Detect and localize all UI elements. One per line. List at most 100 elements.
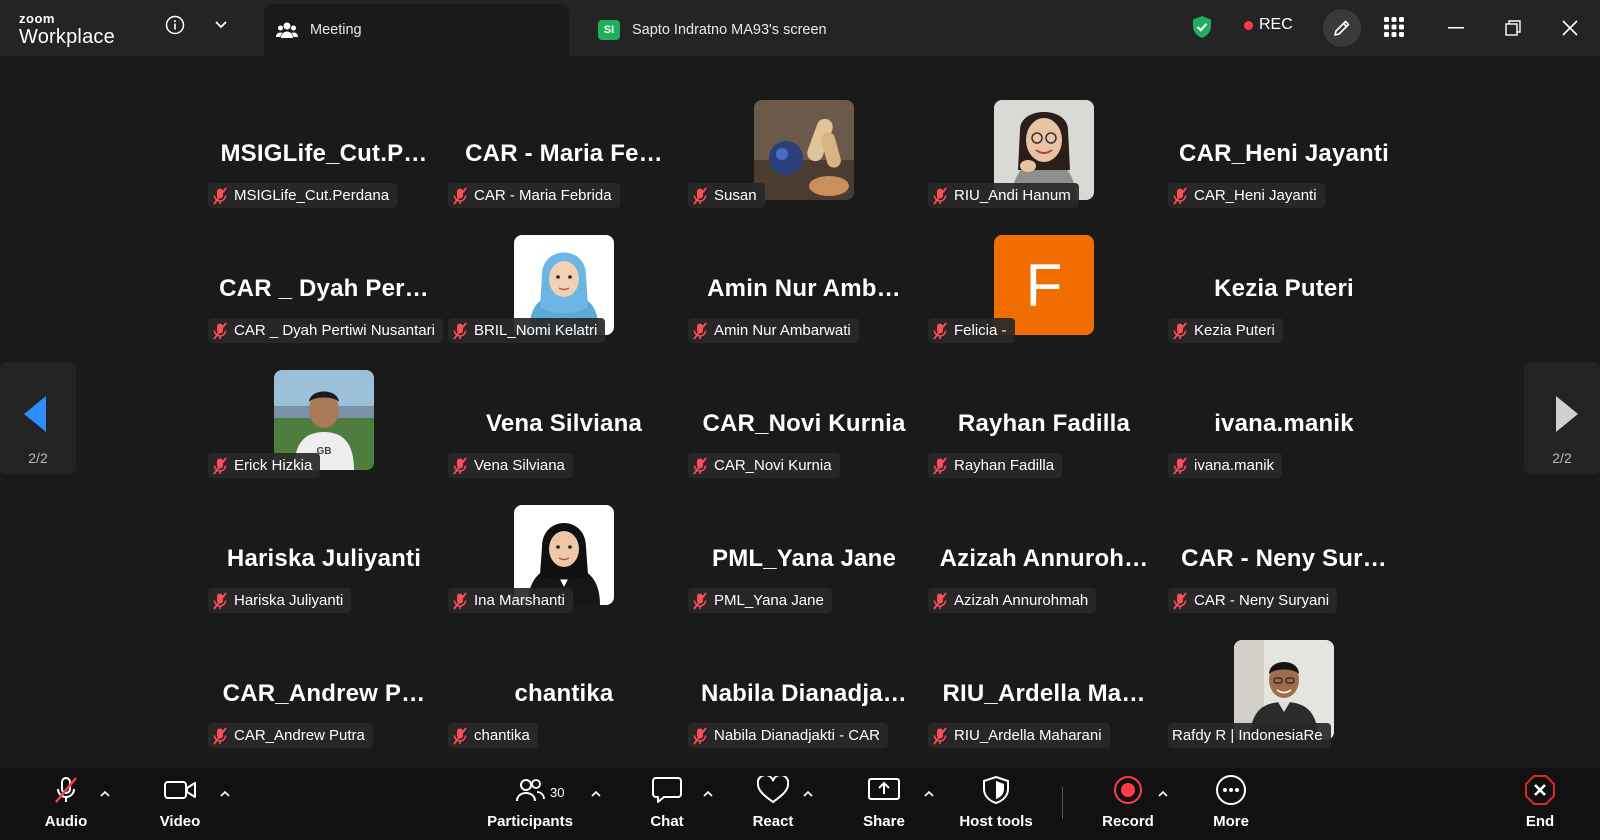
tab-shared-screen[interactable]: SI Sapto Indratno MA93's screen [598,4,898,56]
participant-name-label: ivana.manik [1194,457,1275,474]
mic-muted-icon [932,186,948,205]
participant-name-tag: Erick Hizkia [208,453,321,478]
brand-large: Workplace [19,26,115,48]
mic-muted-icon [1172,456,1188,475]
close-icon[interactable] [1558,16,1582,40]
participant-name-label: Erick Hizkia [234,457,313,474]
recording-indicator: REC [1244,16,1293,34]
participant-tile[interactable]: Nabila Dianadja… Nabila Dianadjakti - CAR [684,634,924,769]
mic-muted-icon [692,456,708,475]
participant-name-label: Nabila Dianadjakti - CAR [714,727,880,744]
chevron-down-icon[interactable] [210,14,232,36]
participant-display-name: chantika [514,680,614,707]
participant-name-tag: PML_Yana Jane [688,588,832,613]
participant-tile[interactable]: F Felicia - [924,229,1164,364]
host-tools-button[interactable]: Host tools [954,768,1038,840]
participant-name-label: Rafdy R | IndonesiaRe [1172,727,1323,744]
mic-muted-icon [212,186,228,205]
apps-grid-icon[interactable] [1381,14,1407,40]
participant-tile[interactable]: Rayhan Fadilla Rayhan Fadilla [924,364,1164,499]
audio-label: Audio [44,813,88,830]
react-button[interactable]: React [745,768,801,840]
participant-display-name: Nabila Dianadja… [701,680,907,707]
participant-display-name: Vena Silviana [485,410,643,437]
participant-tile[interactable]: MSIGLife_Cut.P… MSIGLife_Cut.Perdana [204,94,444,229]
participants-count: 30 [550,785,565,800]
chat-button[interactable]: Chat [639,768,695,840]
more-button[interactable]: More [1203,768,1259,840]
triangle-left-icon [24,396,46,432]
participant-name-label: Ina Marshanti [474,592,565,609]
security-shield-icon[interactable] [1190,14,1214,40]
mic-muted-icon [51,768,81,812]
participant-name-label: MSIGLife_Cut.Perdana [234,187,390,204]
sharer-badge: SI [598,20,620,40]
participant-name-tag: CAR_Heni Jayanti [1168,183,1325,208]
participant-tile[interactable]: ivana.manik ivana.manik [1164,364,1404,499]
participants-options-caret-icon[interactable] [589,786,603,800]
record-button[interactable]: Record [1100,768,1156,840]
audio-options-caret-icon[interactable] [98,786,112,800]
participant-tile[interactable]: CAR - Maria Fe… CAR - Maria Febrida [444,94,684,229]
mic-muted-icon [212,321,228,340]
end-meeting-button[interactable]: End [1512,768,1568,840]
participant-name-tag: CAR_Novi Kurnia [688,453,840,478]
participant-tile[interactable]: Susan [684,94,924,229]
minimize-icon[interactable] [1444,18,1468,38]
participant-tile[interactable]: CAR _ Dyah Per… CAR _ Dyah Pertiwi Nusant… [204,229,444,364]
audio-button[interactable]: Audio [38,768,94,840]
participant-tile[interactable]: Ina Marshanti [444,499,684,634]
tab-meeting-label: Meeting [310,22,362,38]
chat-bubble-icon [652,768,682,812]
toolbar-divider [1062,787,1063,819]
participant-tile[interactable]: CAR - Neny Sur… CAR - Neny Suryani [1164,499,1404,634]
mic-muted-icon [452,726,468,745]
video-label: Video [159,813,201,830]
participant-tile[interactable]: Rafdy R | IndonesiaRe [1164,634,1404,769]
restore-icon[interactable] [1501,16,1525,40]
record-label: Record [1102,813,1154,830]
record-options-caret-icon[interactable] [1156,786,1170,800]
end-meeting-icon [1525,768,1555,812]
participant-tile[interactable]: chantika chantika [444,634,684,769]
tab-shared-screen-label: Sapto Indratno MA93's screen [632,22,827,38]
react-label: React [752,813,794,830]
participant-tile[interactable]: BRIL_Nomi Kelatri [444,229,684,364]
tab-meeting[interactable]: Meeting [264,4,569,56]
share-options-caret-icon[interactable] [922,786,936,800]
participant-tile[interactable]: Kezia Puteri Kezia Puteri [1164,229,1404,364]
participant-name-label: PML_Yana Jane [714,592,824,609]
participant-tile[interactable]: CAR_Novi Kurnia CAR_Novi Kurnia [684,364,924,499]
participants-label: Participants [487,813,573,830]
mic-muted-icon [452,321,468,340]
participant-tile[interactable]: GB Erick Hizkia [204,364,444,499]
participant-name-tag: CAR - Neny Suryani [1168,588,1338,613]
participant-tile[interactable]: RIU_Ardella Ma… RIU_Ardella Maharani [924,634,1164,769]
info-icon[interactable] [163,13,187,37]
participant-tile[interactable]: Hariska Juliyanti Hariska Juliyanti [204,499,444,634]
participants-button[interactable]: Participants [482,768,578,840]
participant-display-name: PML_Yana Jane [711,545,897,572]
previous-page-button[interactable]: 2/2 [0,362,76,474]
participant-tile[interactable]: Amin Nur Amb… Amin Nur Ambarwati [684,229,924,364]
share-button[interactable]: Share [856,768,912,840]
participant-display-name: CAR_Andrew P… [222,680,426,707]
mic-muted-icon [212,726,228,745]
chat-options-caret-icon[interactable] [701,786,715,800]
chat-label: Chat [650,813,684,830]
participant-tile[interactable]: Vena Silviana Vena Silviana [444,364,684,499]
annotate-button[interactable] [1323,9,1361,47]
participant-tile[interactable]: CAR_Andrew P… CAR_Andrew Putra [204,634,444,769]
participant-name-tag: chantika [448,723,538,748]
participant-tile[interactable]: PML_Yana Jane PML_Yana Jane [684,499,924,634]
next-page-button[interactable]: 2/2 [1524,362,1600,474]
participant-tile[interactable]: Azizah Annuroh… Azizah Annurohmah [924,499,1164,634]
participant-tile[interactable]: CAR_Heni Jayanti CAR_Heni Jayanti [1164,94,1404,229]
video-button[interactable]: Video [152,768,208,840]
participant-tile[interactable]: RIU_Andi Hanum [924,94,1164,229]
react-options-caret-icon[interactable] [801,786,815,800]
video-options-caret-icon[interactable] [218,786,232,800]
participant-name-tag: Ina Marshanti [448,588,573,613]
participant-name-label: Felicia - [954,322,1007,339]
host-tools-label: Host tools [959,813,1033,830]
